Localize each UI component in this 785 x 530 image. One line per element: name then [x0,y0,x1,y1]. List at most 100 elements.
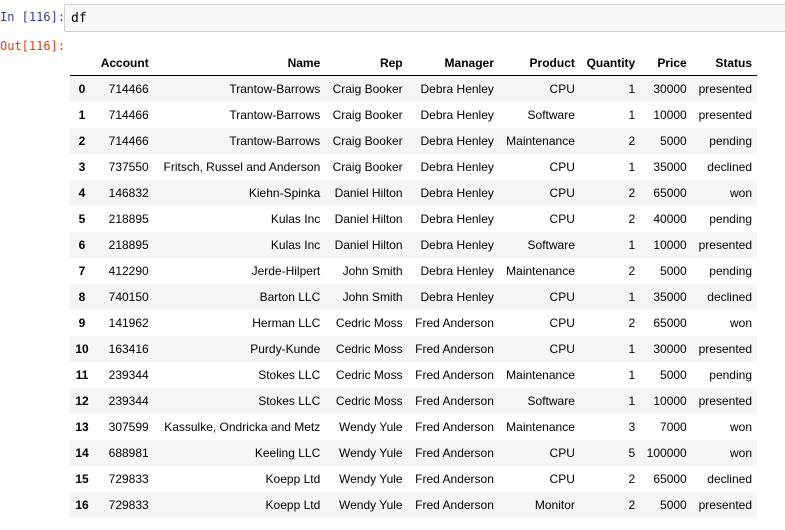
table-cell: Debra Henley [420,82,494,96]
table-cell: 100000 [646,446,687,460]
column-header: Rep [325,51,408,76]
column-header: Name [153,51,326,76]
table-cell: Debra Henley [420,212,494,226]
table-cell: Stokes LLC [258,368,321,382]
table-cell: CPU [549,212,575,226]
table-row: 9 141962 Herman LLC Cedric Moss Fred Anderso… [70,310,757,336]
table-body: 0 714466 Trantow-Barrows Craig Booker Debra … [70,75,757,518]
table-cell: John Smith [342,290,403,304]
table-cell: won [729,316,752,330]
table-cell: 729833 [108,498,149,512]
table-cell: 65000 [653,472,687,486]
table-cell: 30000 [653,82,687,96]
row-index: 10 [75,342,89,356]
table-cell: 2 [628,316,636,330]
table-cell: 1 [628,82,636,96]
column-header: Manager [407,51,499,76]
table-cell: 10000 [653,394,687,408]
table-cell: 5000 [660,134,687,148]
input-prompt: In [116]: [0,10,66,24]
table-cell: Debra Henley [420,264,494,278]
row-index: 7 [78,264,86,278]
table-cell: Fred Anderson [415,316,494,330]
table-cell: 141962 [108,316,149,330]
column-header: Account [94,51,154,76]
table-cell: Debra Henley [420,160,494,174]
index-header [70,51,95,76]
row-index: 4 [78,186,86,200]
table-cell: Trantow-Barrows [229,134,321,148]
table-cell: Debra Henley [420,238,494,252]
table-cell: Purdy-Kunde [250,342,321,356]
table-cell: CPU [549,316,575,330]
table-cell: 5000 [660,498,687,512]
table-cell: 1 [628,160,636,174]
table-cell: 2 [628,472,636,486]
table-cell: 5000 [660,264,687,278]
table-cell: Trantow-Barrows [229,82,321,96]
table-cell: presented [698,394,752,408]
table-cell: Koepp Ltd [265,498,321,512]
row-index: 16 [75,498,89,512]
table-cell: Debra Henley [420,134,494,148]
row-index: 5 [78,212,86,226]
table-cell: 1 [628,394,636,408]
table-cell: won [729,420,752,434]
table-cell: Fred Anderson [415,446,494,460]
table-cell: 146832 [108,186,149,200]
column-header: Price [640,51,692,76]
table-cell: 1 [628,368,636,382]
table-cell: Fred Anderson [415,394,494,408]
table-cell: CPU [549,342,575,356]
table-cell: 10000 [653,238,687,252]
table-cell: 1 [628,342,636,356]
table-cell: 2 [628,498,636,512]
header-row: Account Name Rep Manager Product Quantity Pric… [70,51,757,76]
table-cell: CPU [549,446,575,460]
table-cell: Debra Henley [420,290,494,304]
table-cell: Wendy Yule [339,498,403,512]
table-cell: Fred Anderson [415,420,494,434]
code-text: df [71,11,87,26]
table-cell: Herman LLC [252,316,321,330]
table-cell: Barton LLC [259,290,321,304]
table-cell: Keeling LLC [254,446,321,460]
table-cell: Cedric Moss [335,316,403,330]
table-cell: 5 [628,446,636,460]
table-cell: Software [527,238,575,252]
table-cell: 239344 [108,368,149,382]
table-cell: Craig Booker [332,160,403,174]
table-row: 7 412290 Jerde-Hilpert John Smith Debra Henl… [70,258,757,284]
table-cell: Kulas Inc [270,238,321,252]
table-cell: Kiehn-Spinka [248,186,321,200]
table-cell: 7000 [660,420,687,434]
table-cell: 35000 [653,160,687,174]
table-cell: 65000 [653,316,687,330]
row-index: 15 [75,472,89,486]
table-cell: 737550 [108,160,149,174]
table-cell: 163416 [108,342,149,356]
table-cell: CPU [549,186,575,200]
table-row: 8 740150 Barton LLC John Smith Debra Henley C… [70,284,757,310]
table-cell: pending [709,264,752,278]
table-cell: Kulas Inc [270,212,321,226]
table-cell: Monitor [534,498,575,512]
dataframe-output: Account Name Rep Manager Product Quantity Pric… [70,51,757,518]
table-cell: Wendy Yule [339,420,403,434]
table-cell: 35000 [653,290,687,304]
table-cell: Debra Henley [420,108,494,122]
table-cell: 30000 [653,342,687,356]
code-input-area[interactable]: df [64,4,785,32]
table-cell: John Smith [342,264,403,278]
table-row: 10 163416 Purdy-Kunde Cedric Moss Fred Ander… [70,336,757,362]
table-cell: presented [698,108,752,122]
table-cell: Software [527,108,575,122]
table-cell: presented [698,238,752,252]
table-cell: 714466 [108,108,149,122]
table-cell: 218895 [108,212,149,226]
table-row: 3 737550 Fritsch, Russel and Anderson Craig… [70,154,757,180]
table-cell: Maintenance [506,264,575,278]
table-cell: won [729,446,752,460]
table-cell: Cedric Moss [335,368,403,382]
table-cell: CPU [549,472,575,486]
